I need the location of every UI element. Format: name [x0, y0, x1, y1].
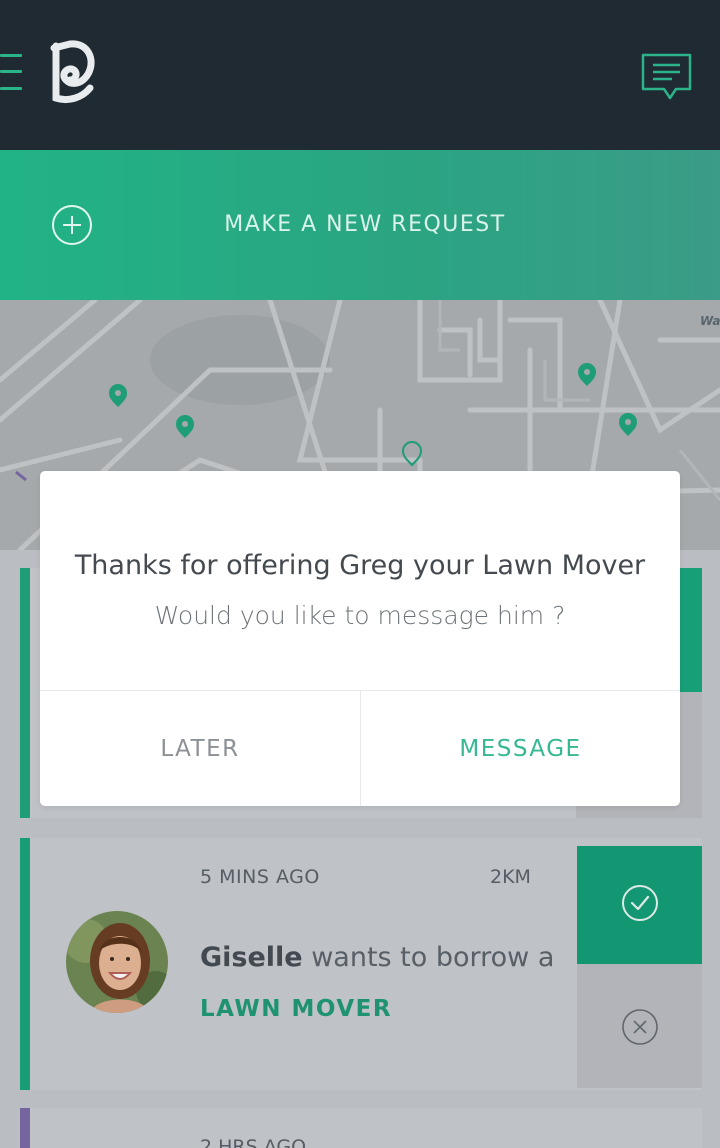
confirmation-dialog: Thanks for offering Greg your Lawn Mover…: [40, 471, 680, 806]
app-header: [0, 0, 720, 150]
dialog-actions: LATER MESSAGE: [40, 690, 680, 806]
dialog-title: Thanks for offering Greg your Lawn Mover: [74, 550, 646, 581]
new-request-label[interactable]: MAKE A NEW REQUEST: [0, 212, 720, 237]
chat-bubble-icon[interactable]: [640, 52, 694, 102]
hamburger-menu-icon[interactable]: [0, 50, 24, 96]
app-logo[interactable]: [48, 40, 96, 106]
dialog-subtitle: Would you like to message him ?: [154, 601, 566, 630]
message-button[interactable]: MESSAGE: [361, 691, 680, 806]
later-button[interactable]: LATER: [40, 691, 361, 806]
